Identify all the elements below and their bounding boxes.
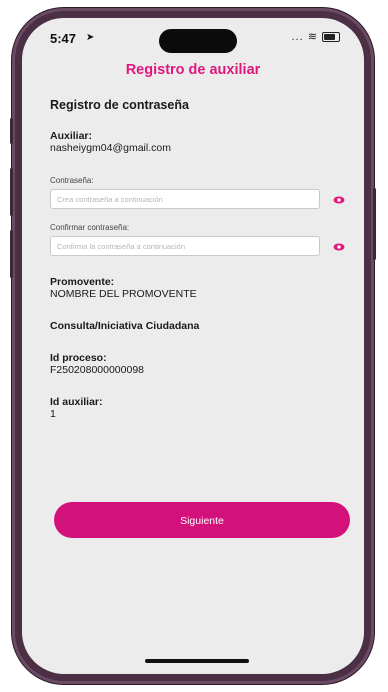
status-time: 5:47 bbox=[50, 31, 77, 46]
page-title: Registro de auxiliar bbox=[125, 62, 261, 78]
confirm-password-input[interactable] bbox=[50, 236, 320, 256]
auxiliar-id-value: 1 bbox=[50, 408, 56, 420]
status-indicators: ... ≋ bbox=[291, 30, 340, 43]
show-password-eye-icon[interactable] bbox=[333, 194, 345, 206]
auxiliar-id-label: Id auxiliar: bbox=[50, 396, 103, 408]
promovente-block: Promovente: NOMBRE DEL PROMOVENTE bbox=[50, 276, 350, 300]
auxiliar-id-block: Id auxiliar: 1 bbox=[50, 396, 350, 420]
volume-up-button bbox=[10, 168, 13, 216]
auxiliar-block: Auxiliar: nasheiygm04@gmail.com bbox=[50, 130, 350, 154]
dynamic-island bbox=[159, 29, 237, 53]
auxiliar-email: nasheiygm04@gmail.com bbox=[50, 142, 171, 154]
password-input[interactable] bbox=[50, 189, 320, 209]
next-button[interactable]: Siguiente bbox=[54, 502, 350, 538]
confirm-password-label: Confirmar contraseña: bbox=[50, 223, 130, 232]
status-bar: 5:47 ➤ ... ≋ bbox=[22, 18, 364, 58]
section-title: Registro de contraseña bbox=[50, 98, 189, 112]
volume-down-button bbox=[10, 230, 13, 278]
action-button bbox=[10, 118, 13, 144]
confirm-password-row bbox=[50, 236, 354, 258]
home-indicator[interactable] bbox=[145, 659, 249, 663]
password-row bbox=[50, 189, 354, 211]
phone-screen: 5:47 ➤ ... ≋ Registro de auxiliar Regist… bbox=[22, 18, 364, 674]
auxiliar-label: Auxiliar: bbox=[50, 130, 93, 142]
proceso-label: Id proceso: bbox=[50, 352, 107, 364]
password-label: Contraseña: bbox=[50, 176, 94, 185]
registration-form: Registro de contraseña Auxiliar: nasheiy… bbox=[50, 98, 350, 420]
show-confirm-password-eye-icon[interactable] bbox=[333, 241, 345, 253]
signal-wifi-icon: ... ≋ bbox=[291, 31, 318, 43]
tramite-type: Consulta/Iniciativa Ciudadana bbox=[50, 320, 200, 332]
power-button bbox=[373, 188, 376, 260]
proceso-block: Id proceso: F250208000000098 bbox=[50, 352, 350, 376]
promovente-label: Promovente: bbox=[50, 276, 115, 288]
battery-icon bbox=[322, 32, 340, 43]
promovente-value: NOMBRE DEL PROMOVENTE bbox=[50, 288, 197, 300]
location-icon: ➤ bbox=[86, 32, 95, 43]
proceso-value: F250208000000098 bbox=[50, 364, 145, 376]
